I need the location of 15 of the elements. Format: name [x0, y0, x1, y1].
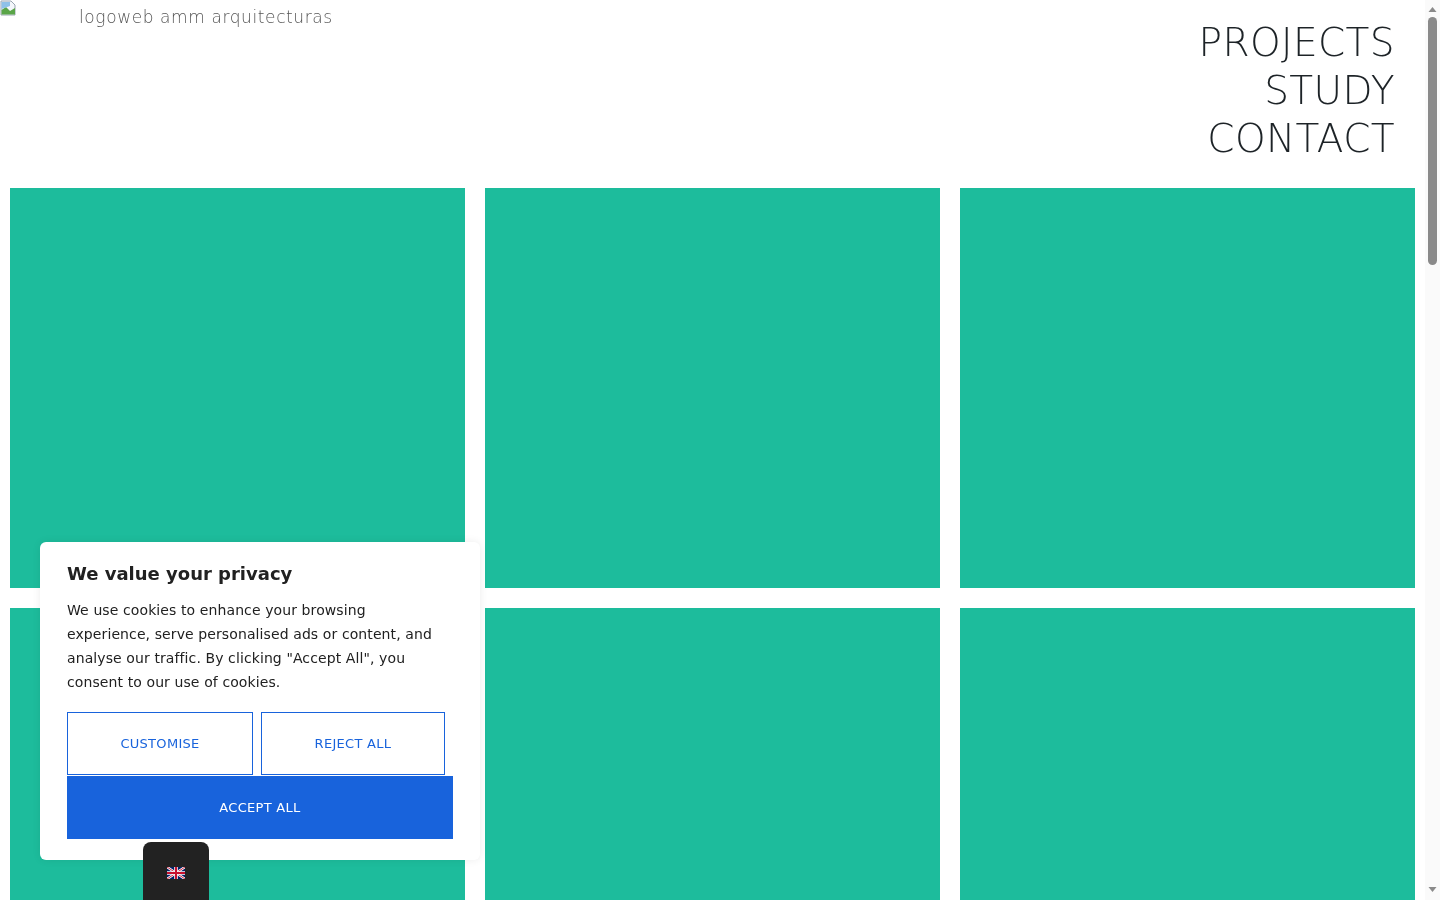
cookie-button[interactable]: REJECT ALL — [261, 712, 445, 775]
project-tile[interactable] — [960, 188, 1415, 588]
language-menu[interactable] — [143, 842, 209, 900]
nav-link[interactable]: CONTACT — [1207, 115, 1395, 163]
logo-alt-text[interactable]: logoweb amm arquitecturas — [79, 6, 333, 28]
nav-link[interactable]: STUDY — [1264, 67, 1395, 115]
project-tile[interactable] — [960, 608, 1415, 900]
nav-link[interactable]: PROJECTS — [1198, 19, 1395, 67]
cookie-button[interactable]: CUSTOMISE — [67, 712, 253, 775]
project-tile[interactable] — [485, 608, 940, 900]
cookie-text: We use cookies to enhance your browsing experience, serve personalised ads or content, and analyse our traffic. By clicking "Accept All", you consent to our use of cookies. — [67, 601, 433, 692]
accept-button[interactable]: ACCEPT ALL — [67, 776, 453, 839]
project-tile[interactable] — [485, 188, 940, 588]
uk-flag-icon — [167, 867, 185, 879]
cookie-title: We value your privacy — [67, 562, 294, 586]
